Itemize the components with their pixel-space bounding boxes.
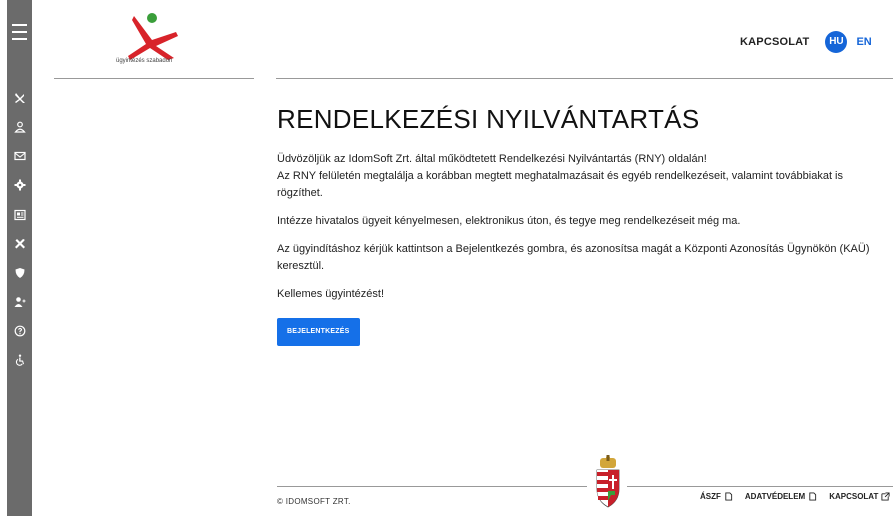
add-user-icon[interactable] [7,292,32,310]
footer-link-terms[interactable]: ÁSZF [700,492,733,501]
welcome-line-1: Üdvözöljük az IdomSoft Zrt. által működt… [277,153,707,165]
newspaper-icon[interactable] [7,205,32,223]
lang-hu-button[interactable]: HU [825,31,848,53]
greeting-text: Kellemes ügyintézést! [277,288,384,300]
contact-link[interactable]: KAPCSOLAT [740,36,809,48]
brand-tagline: ügyintézés szabadon [116,58,173,64]
brand-icon[interactable] [7,88,32,106]
footer-link-contact[interactable]: KAPCSOLAT [829,492,890,501]
shield-icon[interactable] [7,263,32,281]
tools-icon[interactable] [7,234,32,252]
mail-icon[interactable] [7,146,32,164]
footer-copyright: © IDOMSOFT ZRT. [277,497,351,506]
coat-of-arms-icon [592,455,624,511]
header-nav: KAPCSOLAT HU EN [740,31,872,53]
footer-link-label: ÁSZF [700,492,721,501]
divider [276,78,893,79]
page-title: RENDELKEZÉSI NYILVÁNTARTÁS [277,104,700,134]
lang-en-button[interactable]: EN [856,36,871,48]
menu-icon[interactable] [10,24,29,40]
footer-link-label: KAPCSOLAT [829,492,879,501]
gear-icon[interactable] [7,175,32,193]
login-instructions: Az ügyindításhoz kérjük kattintson a Bej… [277,243,870,272]
external-link-icon [881,492,890,501]
help-icon[interactable] [7,321,32,339]
accessibility-icon[interactable] [7,350,32,368]
intro-paragraph: Intézze hivatalos ügyeit kényelmesen, el… [277,215,741,227]
welcome-line-2: Az RNY felületén megtalálja a korábban m… [277,170,844,199]
document-icon [809,492,817,501]
footer-divider [627,486,893,487]
footer-link-privacy[interactable]: ADATVÉDELEM [745,492,817,501]
footer-link-label: ADATVÉDELEM [744,492,806,501]
main-content: RENDELKEZÉSI NYILVÁNTARTÁS Üdvözöljük az… [277,104,889,346]
login-button[interactable]: BEJELENTKEZÉS [277,318,360,346]
footer-links: ÁSZF ADATVÉDELEM KAPCSOLAT [700,492,890,501]
divider [54,78,254,79]
user-icon[interactable] [7,117,32,135]
sidebar [7,0,32,516]
welcome-paragraph: Üdvözöljük az IdomSoft Zrt. által működt… [277,151,889,202]
document-icon [725,492,732,501]
footer-divider [277,486,587,487]
